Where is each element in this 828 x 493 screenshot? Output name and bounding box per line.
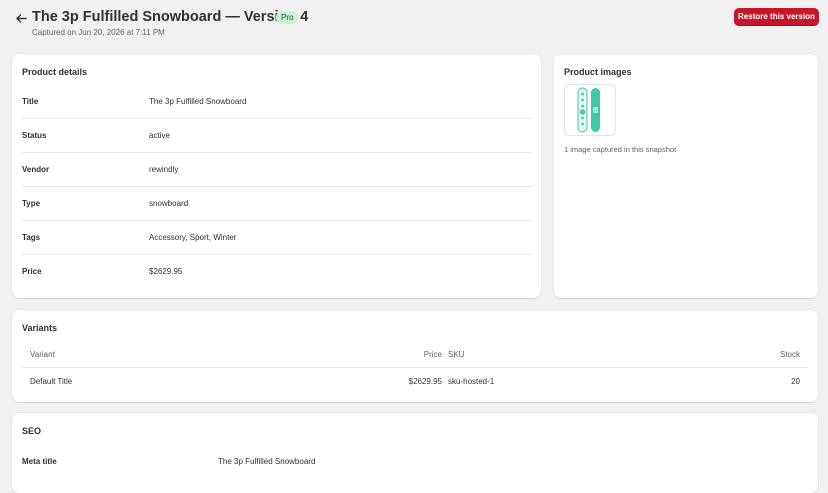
detail-value: rewindly xyxy=(149,165,179,174)
detail-row-vendor: Vendor rewindly xyxy=(22,153,532,187)
variants-card: Variants Variant Price SKU Stock Default… xyxy=(12,310,818,402)
meta-title-label: Meta title xyxy=(22,457,57,466)
detail-label: Title xyxy=(22,97,39,106)
images-caption: 1 image captured in this snapshot xyxy=(564,145,677,154)
column-header-sku: SKU xyxy=(448,350,465,359)
detail-row-tags: Tags Accessory, Sport, Winter xyxy=(22,221,532,255)
card-title: Variants xyxy=(22,323,58,333)
detail-value: snowboard xyxy=(149,199,189,208)
detail-label: Price xyxy=(22,267,42,276)
arrow-left-icon xyxy=(15,13,27,23)
variant-stock: 20 xyxy=(791,377,800,386)
detail-row-status: Status active xyxy=(22,119,532,153)
table-row: Default Title $2629.95 sku-hosted-1 20 xyxy=(22,368,808,395)
card-title: SEO xyxy=(22,426,42,436)
column-header-variant: Variant xyxy=(30,350,55,359)
detail-row-type: Type snowboard xyxy=(22,187,532,221)
back-button[interactable] xyxy=(13,10,29,26)
detail-label: Status xyxy=(22,131,47,140)
captured-timestamp: Captured on Jun 20, 2026 at 7:11 PM xyxy=(32,28,165,37)
card-title: Product images xyxy=(564,67,632,77)
variants-table-header: Variant Price SKU Stock xyxy=(22,341,808,368)
variant-price: $2629.95 xyxy=(408,377,442,386)
variant-name: Default Title xyxy=(30,377,73,386)
product-images-card: Product images 1 image captured in this … xyxy=(554,54,818,298)
detail-label: Type xyxy=(22,199,41,208)
detail-value: Accessory, Sport, Winter xyxy=(149,233,237,242)
detail-value: $2629.95 xyxy=(149,267,183,276)
product-image-thumbnail[interactable] xyxy=(564,84,616,136)
plan-badge: Pro xyxy=(276,11,299,24)
product-details-card: Product details Title The 3p Fulfilled S… xyxy=(12,54,541,298)
detail-row-price: Price $2629.95 xyxy=(22,255,532,289)
detail-value: active xyxy=(149,131,170,140)
detail-value: The 3p Fulfilled Snowboard xyxy=(149,97,247,106)
card-title: Product details xyxy=(22,67,88,77)
page-title: The 3p Fulfilled Snowboard — Version 4 xyxy=(32,9,309,25)
column-header-stock: Stock xyxy=(779,350,800,359)
restore-version-button[interactable]: Restore this version xyxy=(734,8,819,26)
detail-label: Vendor xyxy=(22,165,50,174)
detail-label: Tags xyxy=(22,233,41,242)
seo-card: SEO Meta title The 3p Fulfilled Snowboar… xyxy=(12,413,818,493)
snowboard-image xyxy=(577,87,600,133)
meta-title-value: The 3p Fulfilled Snowboard xyxy=(218,457,316,466)
variant-sku: sku-hosted-1 xyxy=(448,377,495,386)
page-header: The 3p Fulfilled Snowboard — Version 4 P… xyxy=(0,0,828,48)
detail-row-title: Title The 3p Fulfilled Snowboard xyxy=(22,85,532,119)
column-header-price: Price xyxy=(423,350,442,359)
